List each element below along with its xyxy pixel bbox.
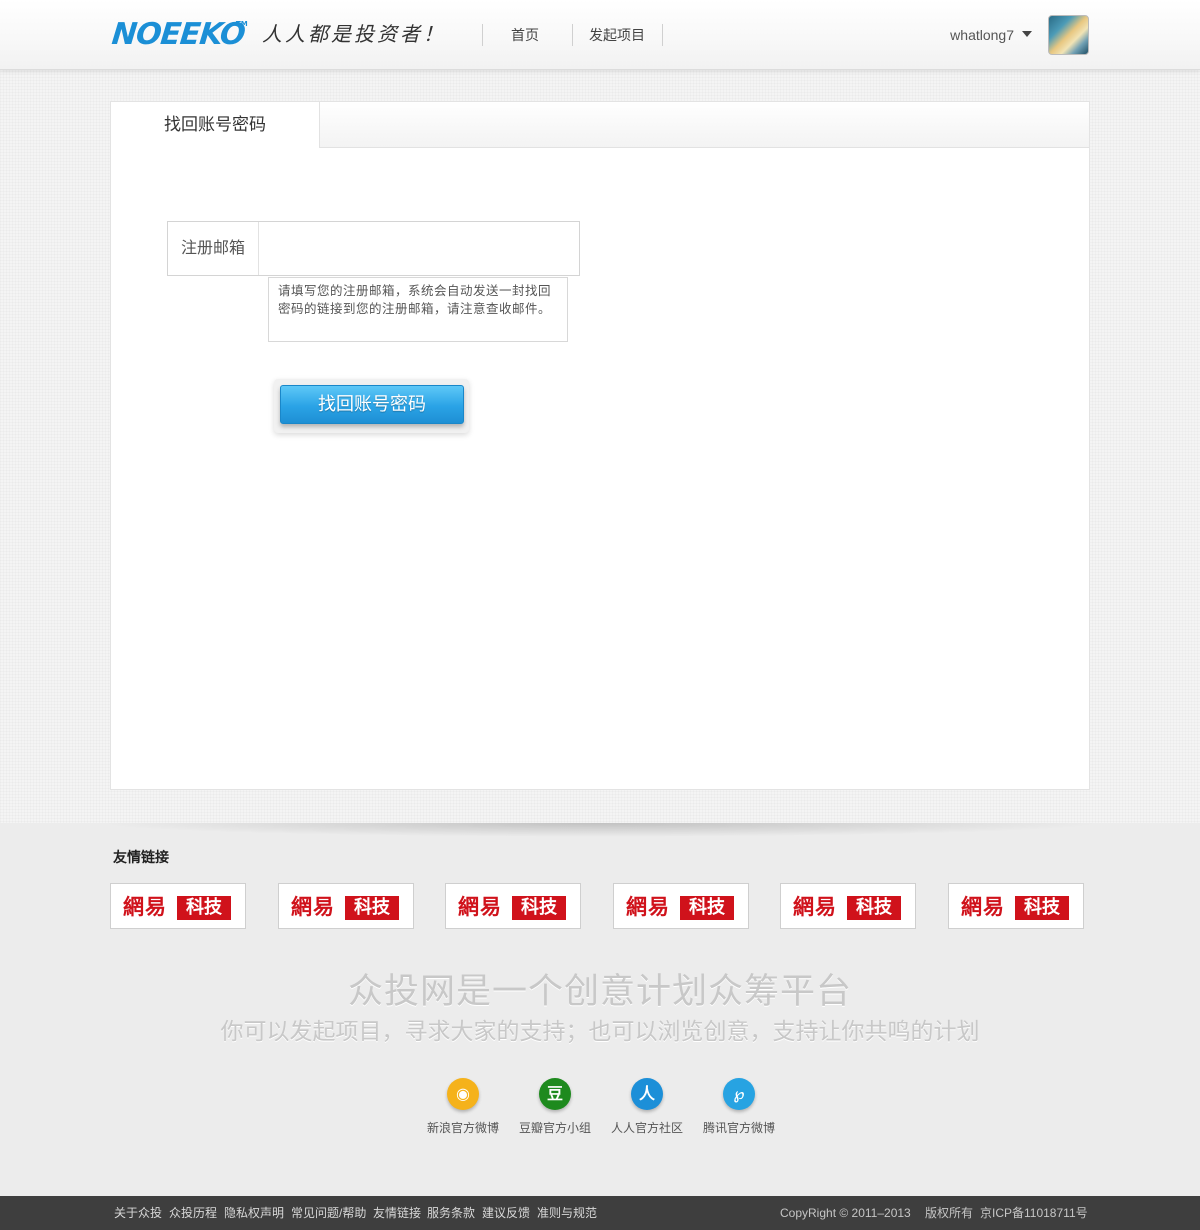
social-label: 人人官方社区 xyxy=(610,1121,683,1135)
footer-divider-shadow xyxy=(95,823,1105,837)
recover-account-button[interactable]: 找回账号密码 xyxy=(280,385,464,424)
partner-link-netease-tech[interactable]: 網易 科技 xyxy=(445,883,581,929)
site-header: NOEEKO TM 人人都是投资者！ 首页 发起项目 whatlong7 xyxy=(0,0,1200,70)
partner-logo-badge: 科技 xyxy=(847,896,901,920)
rights-text: 版权所有 xyxy=(925,1206,974,1220)
site-footer: 友情链接 網易 科技 網易 科技 網易 科技 網易 科技 網易 科技 網易 科技… xyxy=(0,823,1200,1196)
social-label: 腾讯官方微博 xyxy=(702,1121,775,1135)
nav-divider xyxy=(662,24,663,46)
email-hint: 请填写您的注册邮箱，系统会自动发送一封找回密码的链接到您的注册邮箱，请注意查收邮… xyxy=(268,277,568,342)
bottom-link-faq[interactable]: 常见问题/帮助 xyxy=(291,1196,366,1230)
bottom-link-terms[interactable]: 服务条款 xyxy=(427,1196,475,1230)
renren-icon: 人 xyxy=(631,1078,663,1110)
nav-divider xyxy=(572,24,573,46)
partner-link-netease-tech[interactable]: 網易 科技 xyxy=(948,883,1084,929)
footer-slogan-main: 众投网是一个创意计划众筹平台 xyxy=(347,972,852,1011)
email-field: 注册邮箱 xyxy=(167,221,580,276)
social-link-tencent-weibo[interactable]: ℘ 腾讯官方微博 xyxy=(694,1078,784,1138)
chevron-down-icon[interactable] xyxy=(1022,31,1032,37)
nav-divider xyxy=(482,24,483,46)
partner-logo-text: 網易 xyxy=(793,894,837,919)
douban-icon: 豆 xyxy=(539,1078,571,1110)
partner-logo-badge: 科技 xyxy=(177,896,231,920)
site-logo[interactable]: NOEEKO TM xyxy=(110,17,248,52)
copyright-text: CopyRight © 2011–2013 xyxy=(780,1206,911,1220)
social-link-douban[interactable]: 豆 豆瓣官方小组 xyxy=(510,1078,600,1138)
footer-slogan-sub: 你可以发起项目，寻求大家的支持；也可以浏览创意，支持让你共鸣的计划 xyxy=(220,1018,980,1044)
bottom-link-history[interactable]: 众投历程 xyxy=(169,1196,217,1230)
logo-trademark: TM xyxy=(236,20,248,28)
user-name[interactable]: whatlong7 xyxy=(950,24,1014,46)
partner-logo-text: 網易 xyxy=(961,894,1005,919)
partner-link-netease-tech[interactable]: 網易 科技 xyxy=(780,883,916,929)
bottom-link-friend-links[interactable]: 友情链接 xyxy=(373,1196,421,1230)
email-input[interactable] xyxy=(260,222,579,275)
partner-logo-badge: 科技 xyxy=(680,896,734,920)
recover-account-panel: 找回账号密码 xyxy=(110,101,1090,790)
panel-tabbar: 找回账号密码 xyxy=(111,102,1089,148)
site-slogan: 人人都是投资者！ xyxy=(262,22,446,46)
social-label: 豆瓣官方小组 xyxy=(518,1121,591,1135)
partner-logo-badge: 科技 xyxy=(345,896,399,920)
social-link-renren[interactable]: 人 人人官方社区 xyxy=(602,1078,692,1138)
partner-logo-badge: 科技 xyxy=(512,896,566,920)
nav-start-project[interactable]: 发起项目 xyxy=(589,24,645,46)
bottom-link-guidelines[interactable]: 准则与规范 xyxy=(537,1196,597,1230)
partner-link-netease-tech[interactable]: 網易 科技 xyxy=(110,883,246,929)
tencent-weibo-icon: ℘ xyxy=(723,1078,755,1110)
partner-logo-text: 網易 xyxy=(458,894,502,919)
email-field-label: 注册邮箱 xyxy=(168,222,259,275)
submit-wrapper: 找回账号密码 xyxy=(274,379,469,433)
bottom-link-feedback[interactable]: 建议反馈 xyxy=(482,1196,530,1230)
social-label: 新浪官方微博 xyxy=(426,1121,499,1135)
avatar[interactable] xyxy=(1048,15,1089,55)
social-link-weibo[interactable]: ◉ 新浪官方微博 xyxy=(418,1078,508,1138)
bottom-link-about[interactable]: 关于众投 xyxy=(114,1196,162,1230)
friend-links-title: 友情链接 xyxy=(113,849,169,865)
tab-recover-account[interactable]: 找回账号密码 xyxy=(111,102,320,148)
bottom-bar: 关于众投 众投历程 隐私权声明 常见问题/帮助 友情链接 服务条款 建议反馈 准… xyxy=(0,1196,1200,1230)
icp-number[interactable]: 京ICP备11018711号 xyxy=(980,1196,1088,1230)
partner-logo-text: 網易 xyxy=(123,894,167,919)
weibo-icon: ◉ xyxy=(447,1078,479,1110)
partner-logo-text: 網易 xyxy=(291,894,335,919)
bottom-link-privacy[interactable]: 隐私权声明 xyxy=(224,1196,284,1230)
nav-home[interactable]: 首页 xyxy=(511,24,539,46)
partner-link-netease-tech[interactable]: 網易 科技 xyxy=(613,883,749,929)
logo-wordmark: NOEEKO xyxy=(110,17,247,52)
partner-link-netease-tech[interactable]: 網易 科技 xyxy=(278,883,414,929)
partner-logo-badge: 科技 xyxy=(1015,896,1069,920)
partner-logo-text: 網易 xyxy=(626,894,670,919)
